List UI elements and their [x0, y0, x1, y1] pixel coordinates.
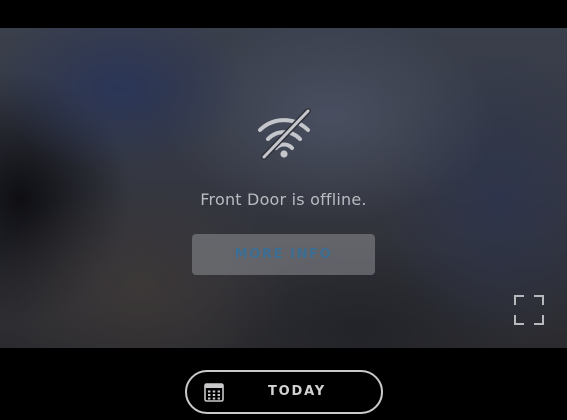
- top-bar: [0, 0, 567, 28]
- today-label: TODAY: [268, 384, 326, 399]
- offline-message: Front Door is offline.: [200, 190, 367, 209]
- more-info-button[interactable]: MORE INFO: [192, 234, 375, 275]
- today-button[interactable]: TODAY: [185, 370, 383, 414]
- wifi-off-icon: [258, 108, 311, 160]
- camera-feed: Front Door is offline. MORE INFO: [0, 28, 567, 348]
- camera-screen: Front Door is offline. MORE INFO TODAY: [0, 0, 567, 420]
- timeline-bar: TODAY: [0, 348, 567, 420]
- calendar-icon: [204, 383, 224, 402]
- fullscreen-icon[interactable]: [514, 295, 544, 325]
